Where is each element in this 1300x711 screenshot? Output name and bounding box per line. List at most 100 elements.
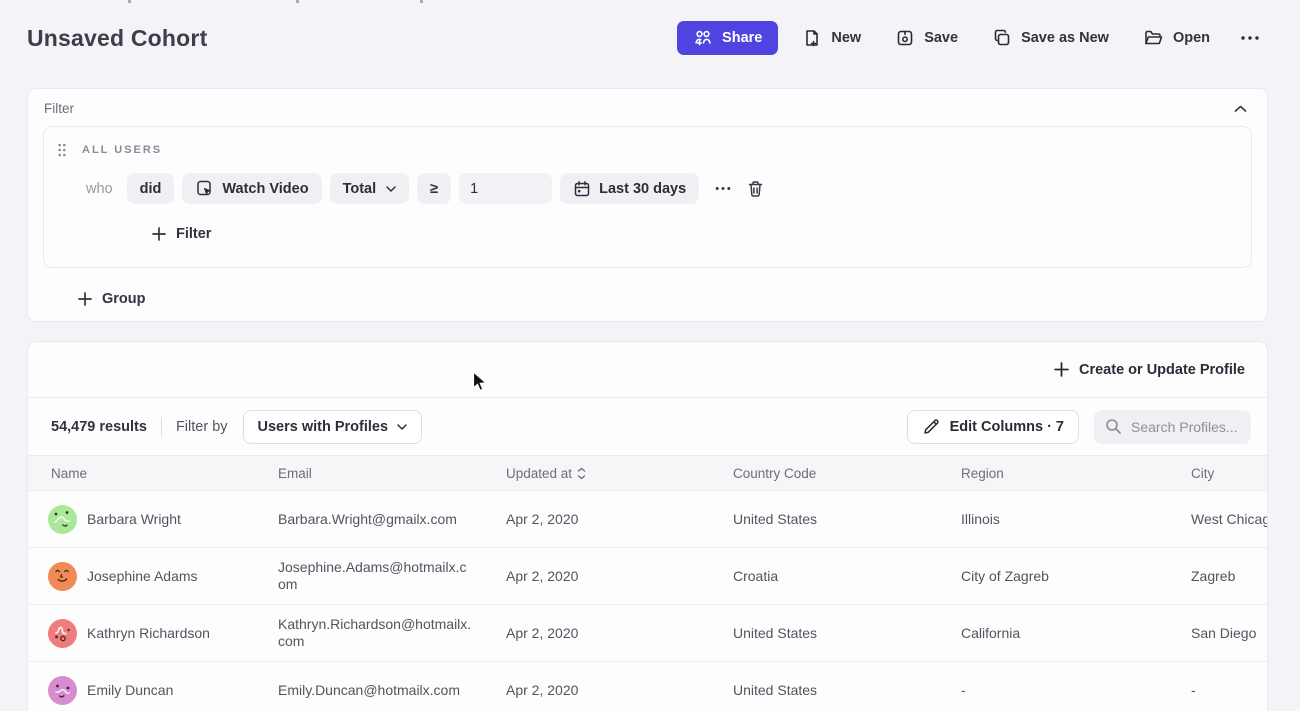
divider <box>161 417 162 437</box>
who-label: who <box>86 181 113 197</box>
table-row[interactable]: Kathryn Richardson Kathryn.Richardson@ho… <box>28 605 1267 662</box>
profile-updated-at: Apr 2, 2020 <box>506 682 733 698</box>
did-label: did <box>140 181 162 197</box>
add-filter-button[interactable]: Filter <box>152 226 211 242</box>
avatar <box>48 562 77 591</box>
chevron-down-icon <box>397 424 407 430</box>
column-header-name[interactable]: Name <box>51 466 278 481</box>
column-header-updated-at[interactable]: Updated at <box>506 466 733 481</box>
profile-country-code: United States <box>733 682 961 698</box>
profile-email: Emily.Duncan@hotmailx.com <box>278 682 474 699</box>
profile-email: Kathryn.Richardson@hotmailx.com <box>278 616 474 650</box>
profile-city: - <box>1191 682 1267 698</box>
profile-city: San Diego <box>1191 625 1267 641</box>
sort-icon[interactable] <box>577 467 586 480</box>
duplicate-icon <box>992 28 1012 48</box>
profile-region: Illinois <box>961 511 1191 527</box>
avatar <box>48 505 77 534</box>
more-actions-button[interactable] <box>1234 21 1266 55</box>
operator-label: ≥ <box>430 181 438 197</box>
column-header-city[interactable]: City <box>1191 466 1267 481</box>
profile-region: City of Zagreb <box>961 568 1191 584</box>
create-or-update-profile-button[interactable]: Create or Update Profile <box>1054 362 1245 378</box>
filter-panel-label: Filter <box>44 101 74 116</box>
new-label: New <box>831 30 861 46</box>
group-title: ALL USERS <box>82 144 162 156</box>
pencil-icon <box>922 418 940 436</box>
event-chip[interactable]: Watch Video <box>182 173 321 204</box>
profile-name: Barbara Wright <box>87 511 181 527</box>
date-range-label: Last 30 days <box>599 181 686 197</box>
event-label: Watch Video <box>222 181 308 197</box>
calendar-icon <box>573 180 591 198</box>
profile-country-code: United States <box>733 511 961 527</box>
profile-search[interactable] <box>1094 410 1251 444</box>
profile-email: Barbara.Wright@gmailx.com <box>278 511 474 528</box>
edit-columns-label: Edit Columns · 7 <box>950 419 1064 435</box>
drag-handle-icon[interactable] <box>58 143 66 157</box>
avatar <box>48 676 77 705</box>
filter-clause-row: who did Watch Video Total <box>86 173 1235 204</box>
profile-email: Josephine.Adams@hotmailx.com <box>278 559 474 593</box>
column-header-email[interactable]: Email <box>278 466 506 481</box>
edit-columns-button[interactable]: Edit Columns · 7 <box>907 410 1079 444</box>
create-profile-row: Create or Update Profile <box>28 342 1267 398</box>
add-filter-label: Filter <box>176 226 211 242</box>
profile-updated-at: Apr 2, 2020 <box>506 625 733 641</box>
save-icon <box>895 28 915 48</box>
aggregation-chip[interactable]: Total <box>330 173 410 204</box>
search-input[interactable] <box>1131 419 1241 435</box>
profile-name: Emily Duncan <box>87 682 173 698</box>
add-group-label: Group <box>102 291 146 307</box>
folder-open-icon <box>1143 28 1164 48</box>
page-header: Unsaved Cohort Share New <box>27 18 1266 58</box>
trash-icon <box>747 180 764 198</box>
profile-country-code: United States <box>733 625 961 641</box>
profile-filter-dropdown[interactable]: Users with Profiles <box>243 410 423 444</box>
profile-city: West Chicago <box>1191 511 1267 527</box>
new-button[interactable]: New <box>792 21 871 55</box>
share-button[interactable]: Share <box>677 21 778 55</box>
create-profile-label: Create or Update Profile <box>1079 362 1245 378</box>
avatar <box>48 619 77 648</box>
filter-group-all-users: ALL USERS who did Watch Video Total <box>43 126 1252 268</box>
chevron-up-icon <box>1234 105 1247 113</box>
more-horizontal-icon <box>715 186 731 191</box>
chevron-down-icon <box>386 186 396 192</box>
results-toolbar: 54,479 results Filter by Users with Prof… <box>28 398 1267 455</box>
profile-country-code: Croatia <box>733 568 961 584</box>
plus-icon <box>152 227 166 241</box>
operator-chip[interactable]: ≥ <box>417 173 451 204</box>
plus-icon <box>78 292 92 306</box>
profile-region: - <box>961 682 1191 698</box>
open-label: Open <box>1173 30 1210 46</box>
collapse-filter-button[interactable] <box>1232 103 1249 115</box>
did-chip[interactable]: did <box>127 173 175 204</box>
page-title: Unsaved Cohort <box>27 25 207 52</box>
table-row[interactable]: Emily Duncan Emily.Duncan@hotmailx.com A… <box>28 662 1267 711</box>
clause-more-button[interactable] <box>707 182 739 195</box>
save-button[interactable]: Save <box>885 21 968 55</box>
table-row[interactable]: Barbara Wright Barbara.Wright@gmailx.com… <box>28 491 1267 548</box>
filter-panel: Filter ALL USERS who did <box>27 88 1268 322</box>
profile-updated-at: Apr 2, 2020 <box>506 568 733 584</box>
table-row[interactable]: Josephine Adams Josephine.Adams@hotmailx… <box>28 548 1267 605</box>
column-header-country-code[interactable]: Country Code <box>733 466 961 481</box>
save-as-new-button[interactable]: Save as New <box>982 21 1119 55</box>
header-actions: Share New Save <box>677 21 1266 55</box>
profile-region: California <box>961 625 1191 641</box>
save-as-new-label: Save as New <box>1021 30 1109 46</box>
threshold-input[interactable] <box>459 173 552 204</box>
add-group-button[interactable]: Group <box>78 291 146 307</box>
delete-clause-button[interactable] <box>739 176 772 202</box>
profile-updated-at: Apr 2, 2020 <box>506 511 733 527</box>
date-range-chip[interactable]: Last 30 days <box>560 173 699 204</box>
profile-name: Kathryn Richardson <box>87 625 210 641</box>
results-panel: Create or Update Profile 54,479 results … <box>27 341 1268 711</box>
column-header-region[interactable]: Region <box>961 466 1191 481</box>
aggregation-label: Total <box>343 181 377 197</box>
profile-city: Zagreb <box>1191 568 1267 584</box>
search-icon <box>1105 418 1122 435</box>
share-users-icon <box>693 29 713 47</box>
open-button[interactable]: Open <box>1133 21 1220 55</box>
